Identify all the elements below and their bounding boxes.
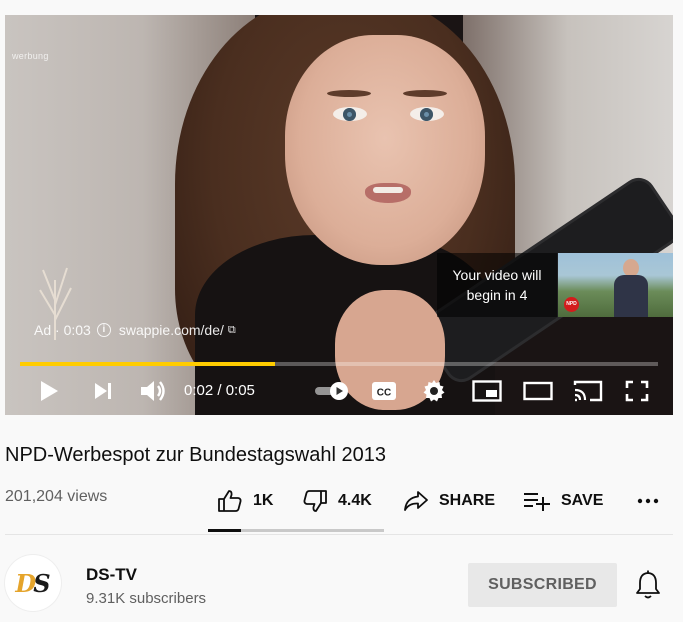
bell-icon — [636, 570, 660, 599]
presenter-face — [285, 35, 485, 265]
logo-letter-s: S — [33, 568, 51, 598]
progress-bar[interactable] — [20, 362, 658, 366]
fullscreen-button[interactable] — [619, 373, 655, 409]
upnext-thumbnail[interactable]: NPD — [558, 253, 673, 317]
miniplayer-icon — [472, 380, 502, 402]
captions-icon: CC — [372, 382, 396, 400]
play-button[interactable] — [29, 373, 69, 409]
share-label: SHARE — [439, 492, 496, 509]
captions-button[interactable]: CC — [367, 373, 401, 409]
subscriber-count: 9.31K subscribers — [86, 590, 207, 607]
theater-button[interactable] — [516, 373, 560, 409]
ad-watermark: werbung — [12, 51, 49, 61]
subscribe-button[interactable]: SUBSCRIBED — [468, 563, 617, 607]
cast-icon — [573, 380, 603, 402]
save-button[interactable]: SAVE — [523, 484, 603, 518]
thumbs-down-icon — [303, 490, 327, 512]
channel-avatar[interactable]: DS — [5, 555, 61, 611]
like-button[interactable]: 1K — [217, 484, 273, 518]
miniplayer-button[interactable] — [467, 373, 507, 409]
autoplay-toggle[interactable] — [311, 373, 353, 409]
play-icon — [41, 381, 58, 401]
fullscreen-icon — [625, 380, 649, 402]
channel-name[interactable]: DS-TV — [86, 565, 137, 585]
ad-info: Ad · 0:03 i swappie.com/de/ ⧉ — [34, 322, 236, 338]
settings-icon — [423, 380, 445, 402]
ad-badge: Ad · 0:03 — [34, 322, 91, 338]
logo-letter-d: D — [15, 568, 36, 598]
autoplay-toggle-icon — [315, 382, 348, 400]
dislike-count: 4.4K — [338, 492, 372, 509]
external-link-icon: ⧉ — [227, 323, 236, 336]
theater-icon — [523, 381, 553, 401]
upnext-preview[interactable]: Your video will begin in 4 NPD — [437, 253, 673, 319]
volume-button[interactable] — [133, 373, 173, 409]
settings-button[interactable] — [417, 373, 451, 409]
video-player[interactable]: werbung Your video will begin in 4 NPD A… — [5, 15, 673, 415]
thumbs-up-icon — [218, 490, 242, 512]
time-display: 0:02 / 0:05 — [184, 382, 255, 399]
dislike-button[interactable]: 4.4K — [302, 484, 372, 518]
like-count: 1K — [253, 492, 274, 509]
share-button[interactable]: SHARE — [403, 484, 495, 518]
npd-logo: NPD — [564, 297, 579, 312]
notification-bell-button[interactable] — [634, 570, 662, 600]
player-controls: 0:02 / 0:05 CC — [5, 373, 673, 409]
ad-url-link[interactable]: swappie.com/de/ — [119, 322, 224, 338]
sentiment-bar — [208, 529, 384, 532]
info-icon[interactable]: i — [96, 323, 111, 337]
more-icon — [637, 498, 659, 504]
video-actions: 1K 4.4K SHARE SAVE — [0, 484, 683, 518]
cast-button[interactable] — [567, 373, 609, 409]
volume-icon — [141, 381, 165, 401]
share-icon — [404, 491, 428, 511]
next-button[interactable] — [85, 373, 121, 409]
sentiment-like-portion — [208, 529, 241, 532]
upnext-countdown: Your video will begin in 4 — [437, 253, 557, 317]
more-actions-button[interactable] — [636, 484, 670, 518]
save-label: SAVE — [561, 492, 604, 509]
video-frame — [5, 15, 673, 415]
next-icon — [95, 383, 111, 399]
svg-text:CC: CC — [377, 388, 391, 399]
video-title: NPD-Werbespot zur Bundestagswahl 2013 — [5, 444, 386, 466]
divider — [5, 534, 673, 535]
playlist-add-icon — [524, 493, 550, 511]
progress-played — [20, 362, 276, 366]
